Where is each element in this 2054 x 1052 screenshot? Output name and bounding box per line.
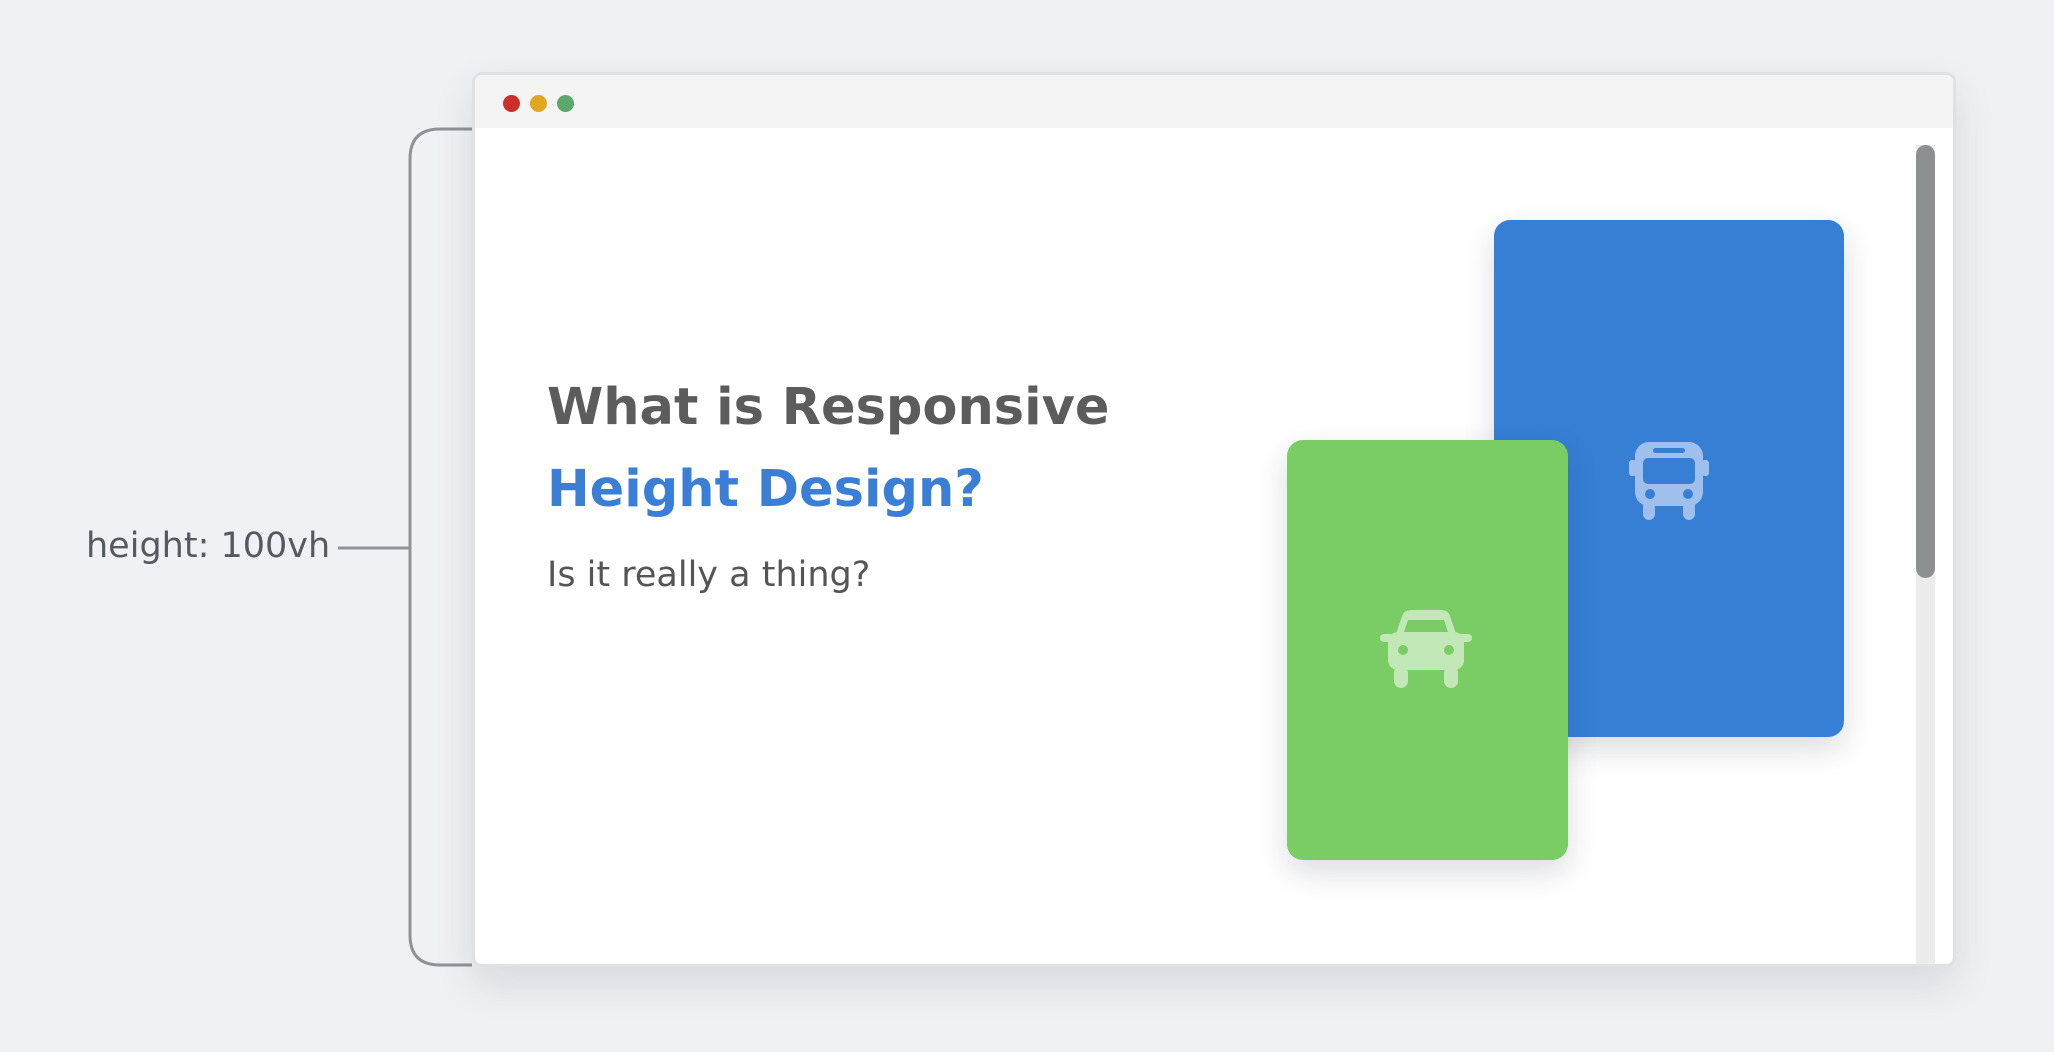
hero-section: What is Responsive Height Design? Is it … [547, 378, 1109, 598]
minimize-window-dot[interactable] [530, 95, 547, 112]
hero-title-line-2: Height Design? [547, 460, 984, 519]
scrollbar-thumb[interactable] [1916, 145, 1935, 578]
hero-title-line-1: What is Responsive [547, 378, 1110, 437]
browser-viewport: What is Responsive Height Design? Is it … [475, 128, 1953, 964]
hero-subtitle: Is it really a thing? [547, 555, 871, 595]
car-card [1287, 440, 1568, 860]
car-icon [1380, 610, 1472, 688]
maximize-window-dot[interactable] [557, 95, 574, 112]
height-annotation-label: height: 100vh [86, 526, 331, 566]
vertical-scrollbar[interactable] [1916, 145, 1935, 964]
close-window-dot[interactable] [503, 95, 520, 112]
browser-window: What is Responsive Height Design? Is it … [472, 72, 1956, 967]
browser-titlebar [475, 75, 1953, 128]
bus-icon [1629, 442, 1709, 520]
